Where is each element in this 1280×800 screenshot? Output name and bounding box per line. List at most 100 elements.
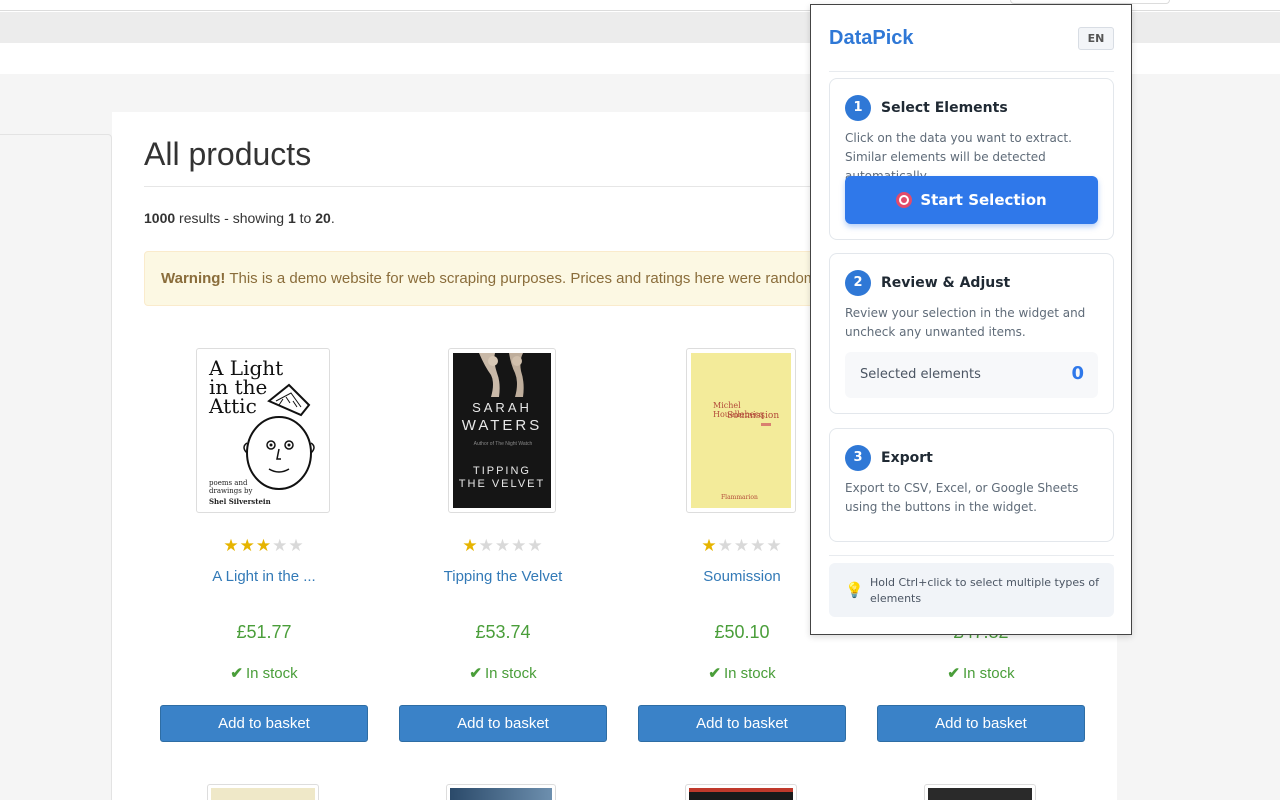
page-title: All products bbox=[144, 136, 312, 172]
cover-image bbox=[211, 788, 315, 800]
product-cover[interactable]: SARAH WATERS Author of The Night Watch T… bbox=[448, 348, 556, 513]
results-to: 20 bbox=[315, 210, 331, 226]
cover-text: TIPPING bbox=[472, 465, 531, 477]
product-cover[interactable] bbox=[207, 784, 319, 800]
star-icon: ★ bbox=[527, 536, 544, 555]
tip-box: 💡 Hold Ctrl+click to select multiple typ… bbox=[829, 563, 1114, 617]
cover-illustration bbox=[479, 353, 524, 397]
cover-image bbox=[450, 788, 552, 800]
check-icon: ✔ bbox=[947, 665, 960, 682]
star-icon: ★ bbox=[462, 536, 479, 555]
product-price: £53.74 bbox=[475, 622, 531, 642]
star-icon: ★ bbox=[288, 536, 305, 555]
star-icon: ★ bbox=[733, 536, 751, 555]
results-text: to bbox=[295, 210, 316, 226]
product-cover[interactable]: A Light in the Attic poems and drawings … bbox=[196, 348, 330, 513]
star-icon: ★ bbox=[511, 536, 528, 555]
step-number: 1 bbox=[845, 95, 871, 121]
star-rating: ★★★★★ bbox=[144, 536, 384, 556]
selected-elements-label: Selected elements bbox=[860, 367, 981, 382]
cover-mark bbox=[761, 423, 771, 426]
target-icon bbox=[896, 192, 913, 208]
star-icon: ★ bbox=[239, 536, 256, 555]
cover-text: THE VELVET bbox=[458, 478, 546, 490]
lightbulb-icon: 💡 bbox=[845, 581, 864, 599]
title-divider bbox=[144, 186, 844, 187]
cover-image-light-in-the-attic: A Light in the Attic poems and drawings … bbox=[201, 353, 325, 508]
language-button[interactable]: EN bbox=[1078, 27, 1114, 50]
datapick-panel: DataPick EN 1 Select Elements Click on t… bbox=[810, 4, 1132, 635]
star-icon: ★ bbox=[272, 536, 289, 555]
selected-elements-counter: Selected elements 0 bbox=[845, 352, 1098, 398]
results-summary: 1000 results - showing 1 to 20. bbox=[144, 210, 335, 226]
stock-status: ✔ In stock bbox=[861, 664, 1101, 682]
step-title: Select Elements bbox=[881, 100, 1008, 116]
results-from: 1 bbox=[287, 210, 296, 226]
add-to-basket-button[interactable]: Add to basket bbox=[399, 705, 607, 742]
selected-elements-value: 0 bbox=[1071, 363, 1084, 384]
product-title-link[interactable]: Tipping the Velvet bbox=[383, 568, 623, 585]
step-review-adjust: 2 Review & Adjust Review your selection … bbox=[829, 253, 1114, 414]
tip-text: Hold Ctrl+click to select multiple types… bbox=[870, 576, 1099, 605]
start-selection-button[interactable]: Start Selection bbox=[845, 176, 1098, 224]
add-to-basket-button[interactable]: Add to basket bbox=[160, 705, 368, 742]
cover-text: poems and drawings by bbox=[209, 479, 253, 495]
stock-status: ✔ In stock bbox=[144, 664, 384, 682]
product-cover[interactable]: Michel Houellebecq Soumission Flammarion bbox=[686, 348, 796, 513]
tip-divider bbox=[829, 555, 1114, 556]
datapick-title: DataPick bbox=[829, 27, 914, 49]
cover-image-tipping-the-velvet: SARAH WATERS Author of The Night Watch T… bbox=[453, 353, 551, 508]
add-to-basket-button[interactable]: Add to basket bbox=[638, 705, 846, 742]
cover-illustration bbox=[243, 383, 315, 490]
star-icon: ★ bbox=[717, 536, 734, 555]
star-icon: ★ bbox=[223, 536, 240, 555]
step-description: Review your selection in the widget and … bbox=[845, 306, 1086, 339]
warning-label: Warning! bbox=[161, 270, 226, 287]
check-icon: ✔ bbox=[230, 665, 243, 682]
header-divider bbox=[829, 71, 1114, 72]
add-to-basket-button[interactable]: Add to basket bbox=[877, 705, 1085, 742]
product-price: £51.77 bbox=[236, 622, 292, 642]
warning-alert: Warning! This is a demo website for web … bbox=[144, 251, 844, 306]
stock-label: In stock bbox=[484, 665, 537, 682]
step-select-elements: 1 Select Elements Click on the data you … bbox=[829, 78, 1114, 240]
cover-text: SARAH bbox=[472, 400, 532, 415]
stock-label: In stock bbox=[723, 665, 776, 682]
product-card: A Light in the Attic poems and drawings … bbox=[144, 348, 384, 748]
product-cover[interactable] bbox=[924, 784, 1036, 800]
star-icon: ★ bbox=[494, 536, 512, 555]
product-cover[interactable] bbox=[446, 784, 556, 800]
product-cover[interactable] bbox=[685, 784, 797, 800]
cover-text: Shel Silverstein bbox=[209, 497, 271, 506]
step-title: Export bbox=[881, 450, 933, 466]
cover-text: WATERS bbox=[461, 417, 543, 434]
step-title: Review & Adjust bbox=[881, 275, 1011, 291]
stock-label: In stock bbox=[962, 665, 1015, 682]
results-text: results - showing bbox=[175, 210, 288, 226]
step-number: 2 bbox=[845, 270, 871, 296]
stock-status: ✔ In stock bbox=[383, 664, 623, 682]
cover-text: Flammarion bbox=[721, 494, 758, 501]
cover-text: Soumission bbox=[727, 411, 780, 421]
step-number: 3 bbox=[845, 445, 871, 471]
star-icon: ★ bbox=[478, 536, 495, 555]
category-sidebar bbox=[0, 134, 112, 800]
results-count: 1000 bbox=[144, 210, 176, 226]
stock-label: In stock bbox=[245, 665, 298, 682]
step-description: Export to CSV, Excel, or Google Sheets u… bbox=[845, 481, 1079, 514]
star-icon: ★ bbox=[701, 536, 718, 555]
stock-status: ✔ In stock bbox=[622, 664, 862, 682]
cover-image bbox=[928, 788, 1032, 800]
results-text: . bbox=[330, 210, 335, 226]
product-title-link[interactable]: A Light in the ... bbox=[144, 568, 384, 585]
start-selection-label: Start Selection bbox=[920, 191, 1047, 209]
star-rating: ★★★★★ bbox=[383, 536, 623, 556]
cover-image bbox=[689, 788, 793, 800]
step-export: 3 Export Export to CSV, Excel, or Google… bbox=[829, 428, 1114, 542]
warning-message: This is a demo website for web scraping … bbox=[229, 270, 843, 287]
product-card: SARAH WATERS Author of The Night Watch T… bbox=[383, 348, 623, 748]
star-icon: ★ bbox=[750, 536, 767, 555]
star-icon: ★ bbox=[766, 536, 783, 555]
star-icon: ★ bbox=[255, 536, 273, 555]
check-icon: ✔ bbox=[708, 665, 721, 682]
